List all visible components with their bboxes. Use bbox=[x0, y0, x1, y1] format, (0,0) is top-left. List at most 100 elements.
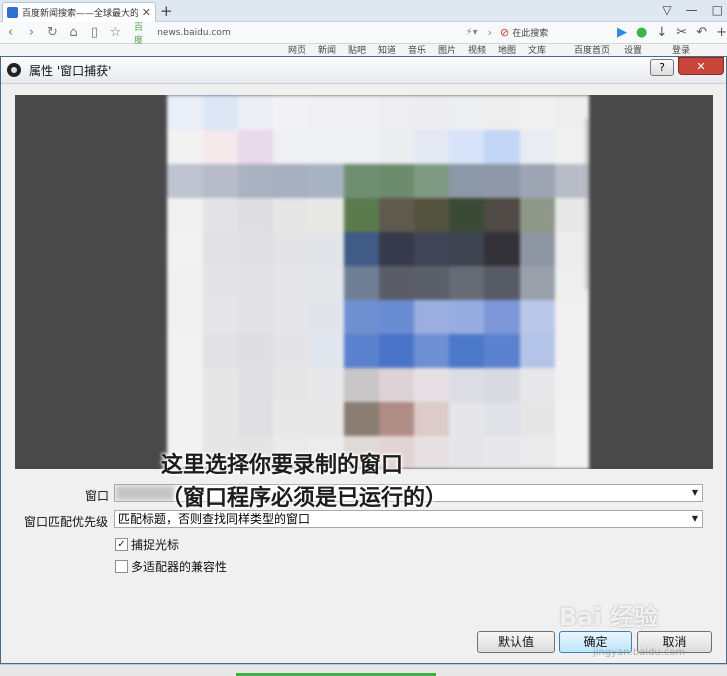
bookmark-item[interactable]: 图片 bbox=[438, 44, 456, 56]
mosaic-tile bbox=[202, 333, 239, 368]
mosaic-tile bbox=[483, 197, 520, 232]
mosaic-tile bbox=[237, 231, 274, 266]
mosaic-tile bbox=[553, 163, 589, 198]
mosaic-tile bbox=[307, 163, 344, 198]
refresh-icon[interactable]: ↻ bbox=[42, 25, 63, 40]
back-icon[interactable]: ‹ bbox=[0, 25, 21, 40]
bookmark-item[interactable]: 新闻 bbox=[318, 44, 336, 56]
mosaic-tile bbox=[448, 299, 485, 334]
mosaic-tile bbox=[307, 197, 344, 232]
download-icon[interactable]: ↓ bbox=[656, 25, 667, 40]
bookmark-item[interactable]: 文库 bbox=[528, 44, 546, 56]
mosaic-tile bbox=[413, 435, 450, 469]
chat-icon[interactable]: ● bbox=[636, 25, 647, 40]
mosaic-tile bbox=[378, 163, 415, 198]
multi-adapter-checkbox[interactable] bbox=[115, 560, 128, 573]
capture-cursor-option[interactable]: ✓ 捕捉光标 bbox=[115, 536, 179, 553]
mosaic-tile bbox=[483, 231, 520, 266]
mosaic-tile bbox=[167, 129, 204, 164]
mosaic-tile bbox=[413, 129, 450, 164]
mosaic-tile bbox=[272, 367, 309, 402]
mosaic-tile bbox=[167, 333, 204, 368]
mosaic-tile bbox=[448, 265, 485, 300]
url-dropdown-icon[interactable]: ⚡▾ bbox=[466, 27, 478, 38]
mosaic-tile bbox=[518, 265, 555, 300]
shirt-icon[interactable]: ▽ bbox=[662, 3, 671, 17]
dialog-title: 属性 '窗口捕获' bbox=[29, 63, 112, 78]
browser-tab[interactable]: 百度新闻搜索——全球最大的中文新 ✕ bbox=[2, 2, 156, 22]
scissors-icon[interactable]: ✂ bbox=[676, 25, 687, 40]
defaults-button[interactable]: 默认值 bbox=[477, 631, 555, 653]
mosaic-tile bbox=[553, 367, 589, 402]
play-icon[interactable]: ▶ bbox=[617, 25, 627, 40]
bookmark-item[interactable]: 网页 bbox=[288, 44, 306, 56]
mosaic-tile bbox=[553, 401, 589, 436]
bookmark-item[interactable]: 视频 bbox=[468, 44, 486, 56]
url-go-icon[interactable]: › bbox=[488, 26, 492, 39]
home-icon[interactable]: ⌂ bbox=[63, 25, 84, 40]
maximize-icon[interactable]: □ bbox=[712, 3, 723, 17]
multi-adapter-option[interactable]: 多适配器的兼容性 bbox=[115, 558, 227, 575]
mosaic-tile bbox=[307, 333, 344, 368]
new-tab-button[interactable]: + bbox=[160, 2, 173, 20]
mosaic-tile bbox=[342, 333, 379, 368]
mosaic-tile bbox=[378, 333, 415, 368]
mosaic-tile bbox=[272, 401, 309, 436]
close-button[interactable]: ✕ bbox=[678, 57, 724, 75]
mosaic-tile bbox=[202, 95, 239, 130]
window-controls: ▽ — □ bbox=[662, 3, 723, 17]
mosaic-tile bbox=[202, 197, 239, 232]
mosaic-tile bbox=[518, 435, 555, 469]
mosaic-tile bbox=[342, 129, 379, 164]
tab-close-icon[interactable]: ✕ bbox=[142, 6, 155, 19]
mosaic-tile bbox=[307, 367, 344, 402]
mosaic-tile bbox=[518, 231, 555, 266]
bookmark-item[interactable]: 地图 bbox=[498, 44, 516, 56]
match-priority-label: 窗口匹配优先级 bbox=[24, 515, 109, 529]
forward-icon[interactable]: › bbox=[21, 25, 42, 40]
chevron-down-icon: ▼ bbox=[691, 488, 698, 497]
mosaic-tile bbox=[307, 265, 344, 300]
mosaic-tile bbox=[448, 95, 485, 130]
mosaic-tile bbox=[483, 265, 520, 300]
search-placeholder: 在此搜索 bbox=[512, 29, 549, 39]
star-icon[interactable]: ☆ bbox=[105, 25, 126, 40]
bookmark-item[interactable]: 登录 bbox=[672, 44, 690, 56]
mosaic-tile bbox=[237, 333, 274, 368]
browser-tab-bar: 百度新闻搜索——全球最大的中文新 ✕ + ▽ — □ bbox=[0, 0, 727, 22]
mosaic-tile bbox=[167, 367, 204, 402]
mosaic-tile bbox=[553, 129, 589, 164]
mosaic-tile bbox=[307, 401, 344, 436]
menu-icon[interactable]: + bbox=[716, 25, 727, 40]
minimize-icon[interactable]: — bbox=[686, 3, 698, 17]
mosaic-tile bbox=[167, 95, 204, 130]
search-input[interactable]: ⊘ 在此搜索 bbox=[500, 26, 605, 39]
mosaic-tile bbox=[483, 367, 520, 402]
bookmark-item[interactable]: 百度首页 bbox=[574, 44, 610, 56]
bookmark-item[interactable]: 音乐 bbox=[408, 44, 426, 56]
mosaic-tile bbox=[342, 231, 379, 266]
url-field[interactable]: news.baidu.com bbox=[157, 28, 443, 38]
mosaic-tile bbox=[167, 299, 204, 334]
capture-cursor-label: 捕捉光标 bbox=[131, 538, 180, 552]
mosaic-tile bbox=[483, 129, 520, 164]
mosaic-tile bbox=[553, 333, 589, 368]
capture-cursor-checkbox[interactable]: ✓ bbox=[115, 538, 128, 551]
reader-icon[interactable]: ▯ bbox=[84, 25, 105, 40]
mosaic-tile bbox=[272, 333, 309, 368]
mosaic-tile bbox=[237, 299, 274, 334]
mosaic-tile bbox=[342, 265, 379, 300]
captured-window-image bbox=[167, 95, 589, 469]
bookmark-item[interactable]: 贴吧 bbox=[348, 44, 366, 56]
help-button[interactable]: ? bbox=[650, 59, 674, 76]
bookmark-item[interactable]: 设置 bbox=[624, 44, 642, 56]
mosaic-tile bbox=[378, 231, 415, 266]
mosaic-tile bbox=[202, 367, 239, 402]
match-priority-select[interactable]: 匹配标题，否则查找同样类型的窗口 ▼ bbox=[114, 510, 703, 528]
dialog-titlebar[interactable]: 属性 '窗口捕获' ? ✕ bbox=[1, 57, 726, 84]
mosaic-tile bbox=[518, 95, 555, 130]
bookmark-item[interactable]: 知道 bbox=[378, 44, 396, 56]
tab-favicon-icon bbox=[7, 7, 18, 18]
undo-icon[interactable]: ↶ bbox=[696, 25, 707, 40]
mosaic-tile bbox=[518, 401, 555, 436]
